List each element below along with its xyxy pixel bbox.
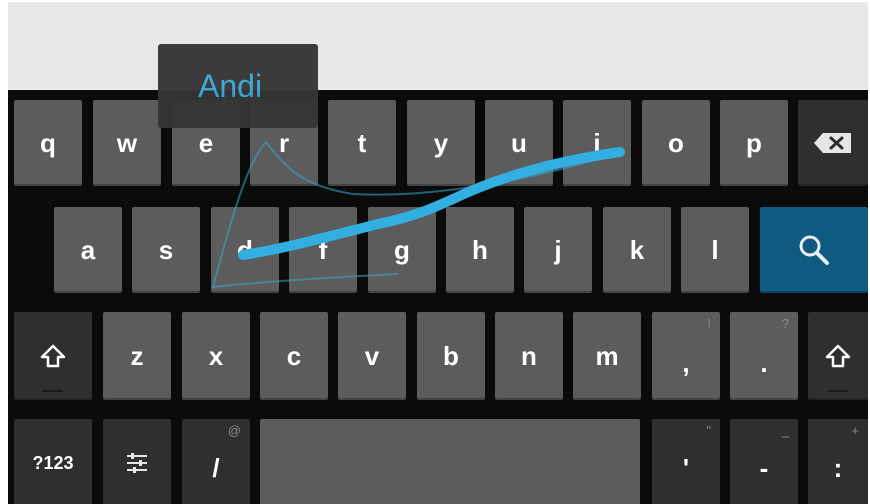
key-alt-label: + bbox=[851, 423, 859, 438]
settings-sliders-icon bbox=[127, 453, 147, 473]
key-label: s bbox=[158, 234, 174, 265]
backspace-key[interactable] bbox=[798, 100, 868, 186]
key-label: p bbox=[746, 127, 762, 158]
key-label: , bbox=[682, 347, 690, 378]
settings-key[interactable] bbox=[103, 419, 171, 504]
shift-icon bbox=[825, 344, 851, 368]
key-z[interactable]: z bbox=[103, 312, 171, 400]
key-k[interactable]: k bbox=[603, 207, 671, 293]
app-area bbox=[8, 2, 868, 90]
key-b[interactable]: b bbox=[417, 312, 485, 400]
key-label: h bbox=[472, 234, 488, 265]
key-label: e bbox=[198, 127, 214, 158]
key-l[interactable]: l bbox=[681, 207, 749, 293]
key-a[interactable]: a bbox=[54, 207, 122, 293]
keyboard: q w e r t y u i o p a s d f g h j k l z … bbox=[8, 90, 868, 504]
key-label: q bbox=[40, 127, 56, 158]
key-label: l bbox=[711, 234, 719, 265]
shift-key-right[interactable] bbox=[808, 312, 868, 400]
key-label: f bbox=[318, 234, 328, 265]
key-d[interactable]: d bbox=[211, 207, 279, 293]
key-v[interactable]: v bbox=[338, 312, 406, 400]
key-period[interactable]: ? . bbox=[730, 312, 798, 400]
search-key[interactable] bbox=[760, 207, 868, 293]
key-label: / bbox=[212, 452, 220, 483]
symbols-key[interactable]: ?123 bbox=[14, 419, 92, 504]
key-label: k bbox=[629, 234, 645, 265]
backspace-icon bbox=[814, 133, 851, 153]
key-label: a bbox=[80, 234, 96, 265]
key-o[interactable]: o bbox=[642, 100, 710, 186]
key-label: n bbox=[521, 340, 537, 371]
key-label: c bbox=[286, 340, 302, 371]
key-alt-label: @ bbox=[227, 423, 241, 438]
key-c[interactable]: c bbox=[260, 312, 328, 400]
key-label: r bbox=[278, 127, 290, 158]
key-label: . bbox=[760, 347, 768, 378]
key-dash[interactable]: _ - bbox=[730, 419, 798, 504]
key-label: w bbox=[116, 127, 138, 158]
key-colon[interactable]: + : bbox=[808, 419, 868, 504]
shift-indicator bbox=[828, 390, 848, 392]
key-f[interactable]: f bbox=[289, 207, 357, 293]
key-label: - bbox=[759, 452, 769, 483]
shift-icon bbox=[40, 344, 66, 368]
key-label: g bbox=[394, 234, 410, 265]
key-label: z bbox=[130, 340, 144, 371]
key-y[interactable]: y bbox=[407, 100, 475, 186]
key-alt-label: " bbox=[706, 423, 711, 438]
key-label: m bbox=[595, 340, 619, 371]
key-q[interactable]: q bbox=[14, 100, 82, 186]
screen: q w e r t y u i o p a s d f g h j k l z … bbox=[8, 2, 868, 504]
key-label: u bbox=[511, 127, 527, 158]
key-j[interactable]: j bbox=[524, 207, 592, 293]
key-label: : bbox=[833, 452, 843, 483]
key-label: j bbox=[554, 234, 562, 265]
key-label: t bbox=[357, 127, 367, 158]
key-s[interactable]: s bbox=[132, 207, 200, 293]
search-icon bbox=[799, 235, 829, 265]
key-n[interactable]: n bbox=[495, 312, 563, 400]
key-alt-label: _ bbox=[781, 423, 789, 438]
key-p[interactable]: p bbox=[720, 100, 788, 186]
suggestion-popup[interactable]: Andi bbox=[158, 44, 318, 128]
key-t[interactable]: t bbox=[328, 100, 396, 186]
key-label: x bbox=[208, 340, 224, 371]
key-label: y bbox=[433, 127, 449, 158]
key-comma[interactable]: ! , bbox=[652, 312, 720, 400]
key-w[interactable]: w bbox=[93, 100, 161, 186]
key-label: o bbox=[668, 127, 684, 158]
key-label: ?123 bbox=[32, 452, 74, 473]
space-bar[interactable] bbox=[260, 419, 640, 504]
key-i[interactable]: i bbox=[563, 100, 631, 186]
key-g[interactable]: g bbox=[368, 207, 436, 293]
key-alt-label: ! bbox=[707, 316, 711, 331]
key-alt-label: ? bbox=[781, 316, 789, 331]
suggestion-word: Andi bbox=[198, 68, 263, 104]
key-label: i bbox=[593, 127, 601, 158]
key-slash[interactable]: @ / bbox=[182, 419, 250, 504]
key-apostrophe[interactable]: " ' bbox=[652, 419, 720, 504]
key-u[interactable]: u bbox=[485, 100, 553, 186]
key-label: v bbox=[364, 340, 380, 371]
key-label: d bbox=[237, 234, 253, 265]
key-h[interactable]: h bbox=[446, 207, 514, 293]
key-label: ' bbox=[682, 452, 690, 483]
shift-indicator bbox=[43, 390, 63, 392]
key-m[interactable]: m bbox=[573, 312, 641, 400]
key-x[interactable]: x bbox=[182, 312, 250, 400]
key-label: b bbox=[443, 340, 459, 371]
shift-key-left[interactable] bbox=[14, 312, 92, 400]
